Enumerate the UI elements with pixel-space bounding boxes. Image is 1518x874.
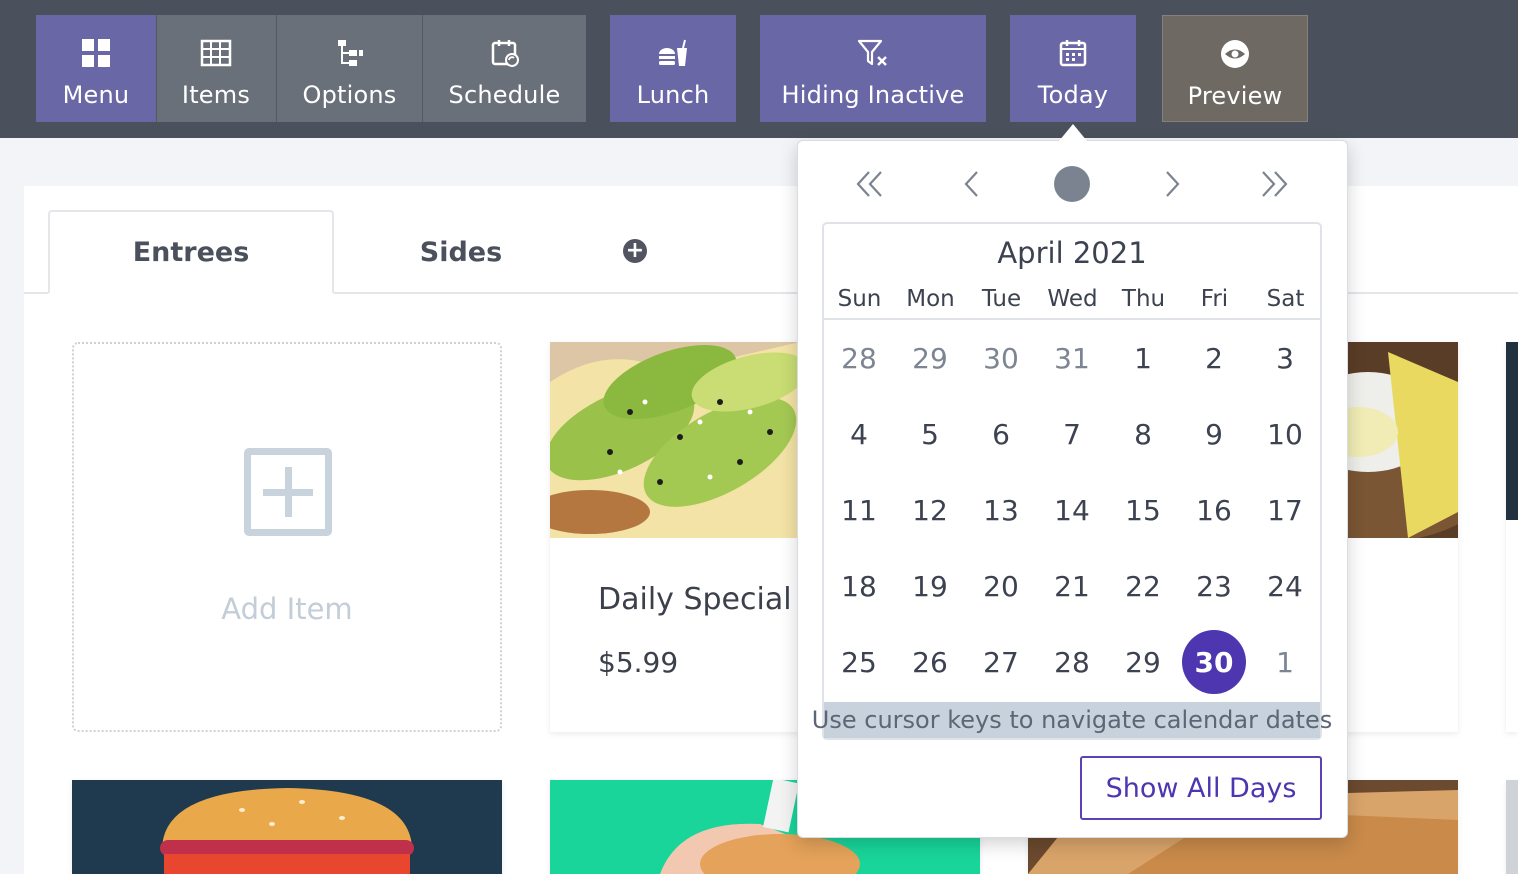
calendar-day[interactable]: 7 [1040,402,1104,466]
plus-square-icon [244,448,332,536]
calendar-day[interactable]: 10 [1253,402,1317,466]
item-photo [72,780,502,874]
item-card[interactable] [1506,342,1518,732]
calendar-day[interactable]: 14 [1040,478,1104,542]
item-price: $5.99 [598,646,679,679]
item-card[interactable] [72,780,502,874]
calendar-day[interactable]: 24 [1253,554,1317,618]
calendar-day[interactable]: 13 [969,478,1033,542]
calendar-day[interactable]: 23 [1182,554,1246,618]
filter-x-icon [857,35,889,71]
calendar-day[interactable]: 30 [969,326,1033,390]
prev-year-button[interactable] [846,160,894,208]
calendar-day[interactable]: 1 [1111,326,1175,390]
divider [156,15,157,122]
tab-label: Sides [419,236,503,268]
calendar-day[interactable]: 12 [898,478,962,542]
calendar-day[interactable]: 28 [827,326,891,390]
double-chevron-left-icon [856,171,882,197]
keyboard-hint: Use cursor keys to navigate calendar dat… [812,702,1332,738]
items-label: Items [181,81,251,109]
tree-icon [335,35,365,71]
divider [276,15,277,122]
calendar-day[interactable]: 22 [1111,554,1175,618]
calendar-sync-icon [490,35,520,71]
calendar-day[interactable]: 17 [1253,478,1317,542]
tab-entrees[interactable]: Entrees [48,210,334,294]
calendar-day[interactable]: 8 [1111,402,1175,466]
chevron-left-icon [964,171,978,197]
calendar-day[interactable]: 4 [827,402,891,466]
menu-label: Menu [62,81,130,109]
calendar-day[interactable]: 29 [1111,630,1175,694]
calendar-day[interactable]: 29 [898,326,962,390]
calendar-day[interactable]: 2 [1182,326,1246,390]
weekday-label: Thu [1121,286,1166,312]
chevron-right-icon [1166,171,1180,197]
calendar-day[interactable]: 26 [898,630,962,694]
meal-period-label: Lunch [636,81,710,109]
calendar-day[interactable]: 19 [898,554,962,618]
calendar-month-title: April 2021 [997,236,1147,270]
schedule-label: Schedule [448,81,561,109]
weekday-label: Sun [837,286,882,312]
filter-label: Hiding Inactive [781,81,965,109]
item-name: Daily Special 1 [598,582,821,617]
calendar-day[interactable]: 20 [969,554,1033,618]
food-drink-icon [657,35,689,71]
calendar-icon [1058,35,1088,71]
add-item-card[interactable]: Add Item [72,342,502,732]
tab-label: Entrees [132,236,250,268]
calendar-day[interactable]: 3 [1253,326,1317,390]
grid-icon [81,35,111,71]
calendar-day[interactable]: 21 [1040,554,1104,618]
date-button[interactable]: Today [1010,15,1136,122]
add-item-label: Add Item [221,592,353,626]
prev-month-button[interactable] [948,160,996,208]
preview-button[interactable]: Preview [1162,15,1308,122]
weekday-label: Mon [906,286,955,312]
weekday-divider [824,318,1320,320]
calendar-day[interactable]: 18 [827,554,891,618]
calendar-day[interactable]: 5 [898,402,962,466]
current-month-button[interactable] [1054,166,1090,202]
date-label: Today [1037,81,1109,109]
calendar-day-selected[interactable]: 30 [1182,630,1246,694]
calendar-day[interactable]: 27 [969,630,1033,694]
show-all-days-button[interactable]: Show All Days [1080,756,1322,820]
next-month-button[interactable] [1148,160,1196,208]
calendar-day[interactable]: 28 [1040,630,1104,694]
next-year-button[interactable] [1250,160,1298,208]
items-button[interactable]: Items [156,15,276,122]
preview-label: Preview [1187,82,1283,110]
divider [422,15,423,122]
weekday-label: Sat [1266,286,1305,312]
calendar-day[interactable]: 25 [827,630,891,694]
popup-caret [1059,124,1087,141]
calendar-day[interactable]: 31 [1040,326,1104,390]
calendar-day[interactable]: 15 [1111,478,1175,542]
double-chevron-right-icon [1262,171,1288,197]
menu-button[interactable]: Menu [36,15,156,122]
options-label: Options [302,81,397,109]
calendar-day[interactable]: 11 [827,478,891,542]
weekday-label: Fri [1200,286,1229,312]
calendar-day[interactable]: 6 [969,402,1033,466]
add-tab-icon[interactable]: + [623,239,647,263]
weekday-label: Wed [1047,286,1098,312]
table-icon [200,35,232,71]
eye-icon [1219,36,1251,72]
meal-period-button[interactable]: Lunch [610,15,736,122]
schedule-button[interactable]: Schedule [423,15,586,122]
item-card[interactable] [1506,780,1518,874]
options-button[interactable]: Options [277,15,422,122]
tab-sides[interactable]: Sides [334,210,588,294]
calendar-day[interactable]: 1 [1253,630,1317,694]
calendar-day[interactable]: 9 [1182,402,1246,466]
item-photo [1506,342,1518,520]
filter-button[interactable]: Hiding Inactive [760,15,986,122]
weekday-label: Tue [981,286,1022,312]
calendar-day[interactable]: 16 [1182,478,1246,542]
